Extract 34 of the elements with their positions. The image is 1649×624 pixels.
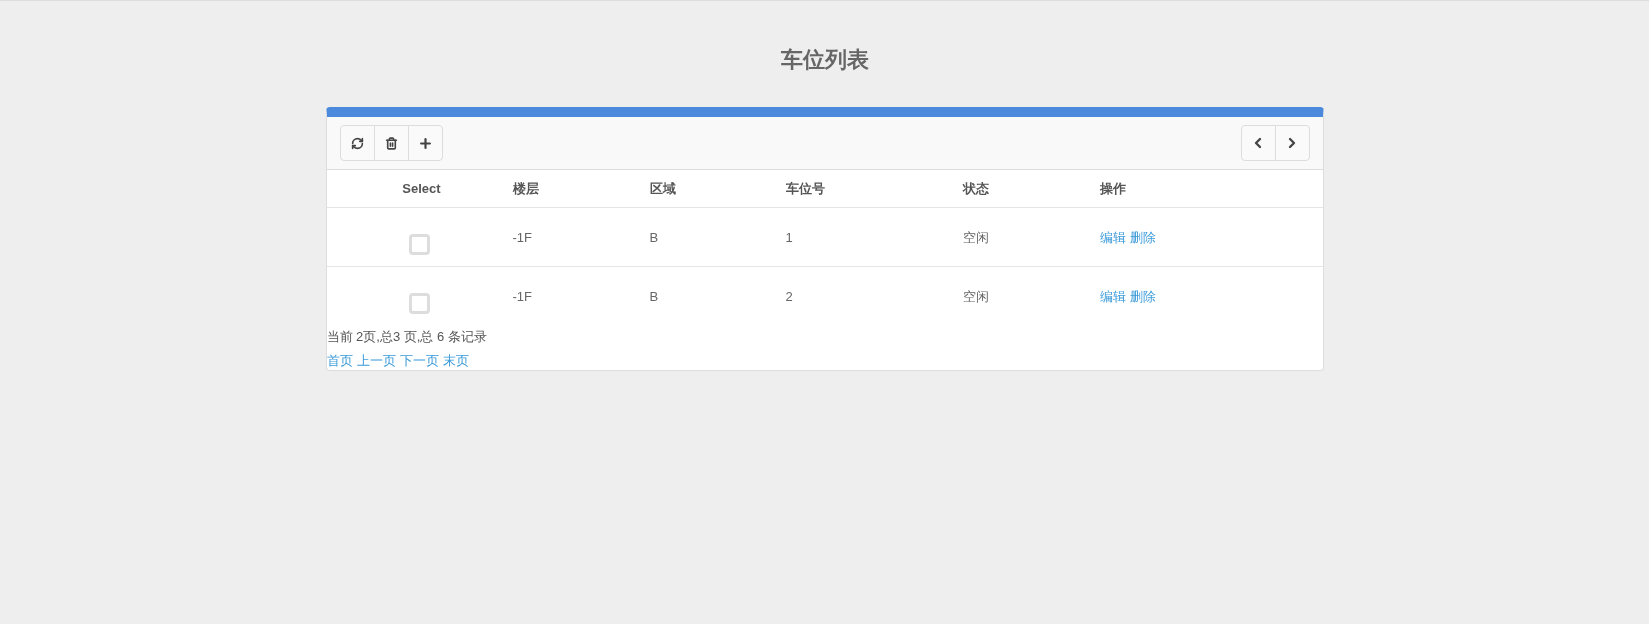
refresh-icon [350,136,364,150]
table-cell: 空闲 [962,230,989,245]
add-button[interactable] [407,125,443,161]
column-header: 楼层 [512,180,539,196]
table-cell: -1F [512,289,532,304]
column-header: 区域 [649,180,676,196]
table-cell: -1F [512,230,532,245]
page-summary: 当前 2页,总3 页,总 6 条记录 [326,328,488,347]
pagination-link[interactable]: 下一页 [399,350,439,370]
next-button[interactable] [1274,125,1310,161]
table-cell: 空闲 [962,289,989,304]
table-cell: B [649,289,659,304]
column-header: Select [402,179,441,198]
plus-icon [417,135,433,151]
action-link[interactable]: 编辑 [1099,228,1126,266]
table-cell: 2 [785,289,793,304]
table-cell: B [649,230,659,245]
pagination-link[interactable]: 上一页 [356,350,396,370]
action-link[interactable]: 删除 [1129,228,1156,266]
refresh-button[interactable] [339,125,375,161]
table-cell: 1 [785,230,793,245]
checkbox[interactable] [409,234,430,255]
previous-button[interactable] [1240,125,1276,161]
action-link[interactable]: 删除 [1129,287,1156,326]
trash-icon [384,136,398,150]
column-header: 车位号 [785,180,825,196]
pagination-link[interactable]: 首页 [326,350,353,370]
delete-button[interactable] [373,125,409,161]
page-title: 车位列表 [780,46,869,74]
column-header: 操作 [1099,180,1126,196]
action-link[interactable]: 编辑 [1099,287,1126,326]
column-header: 状态 [962,180,989,196]
pagination-link[interactable]: 末页 [442,350,469,370]
checkbox[interactable] [409,293,430,314]
